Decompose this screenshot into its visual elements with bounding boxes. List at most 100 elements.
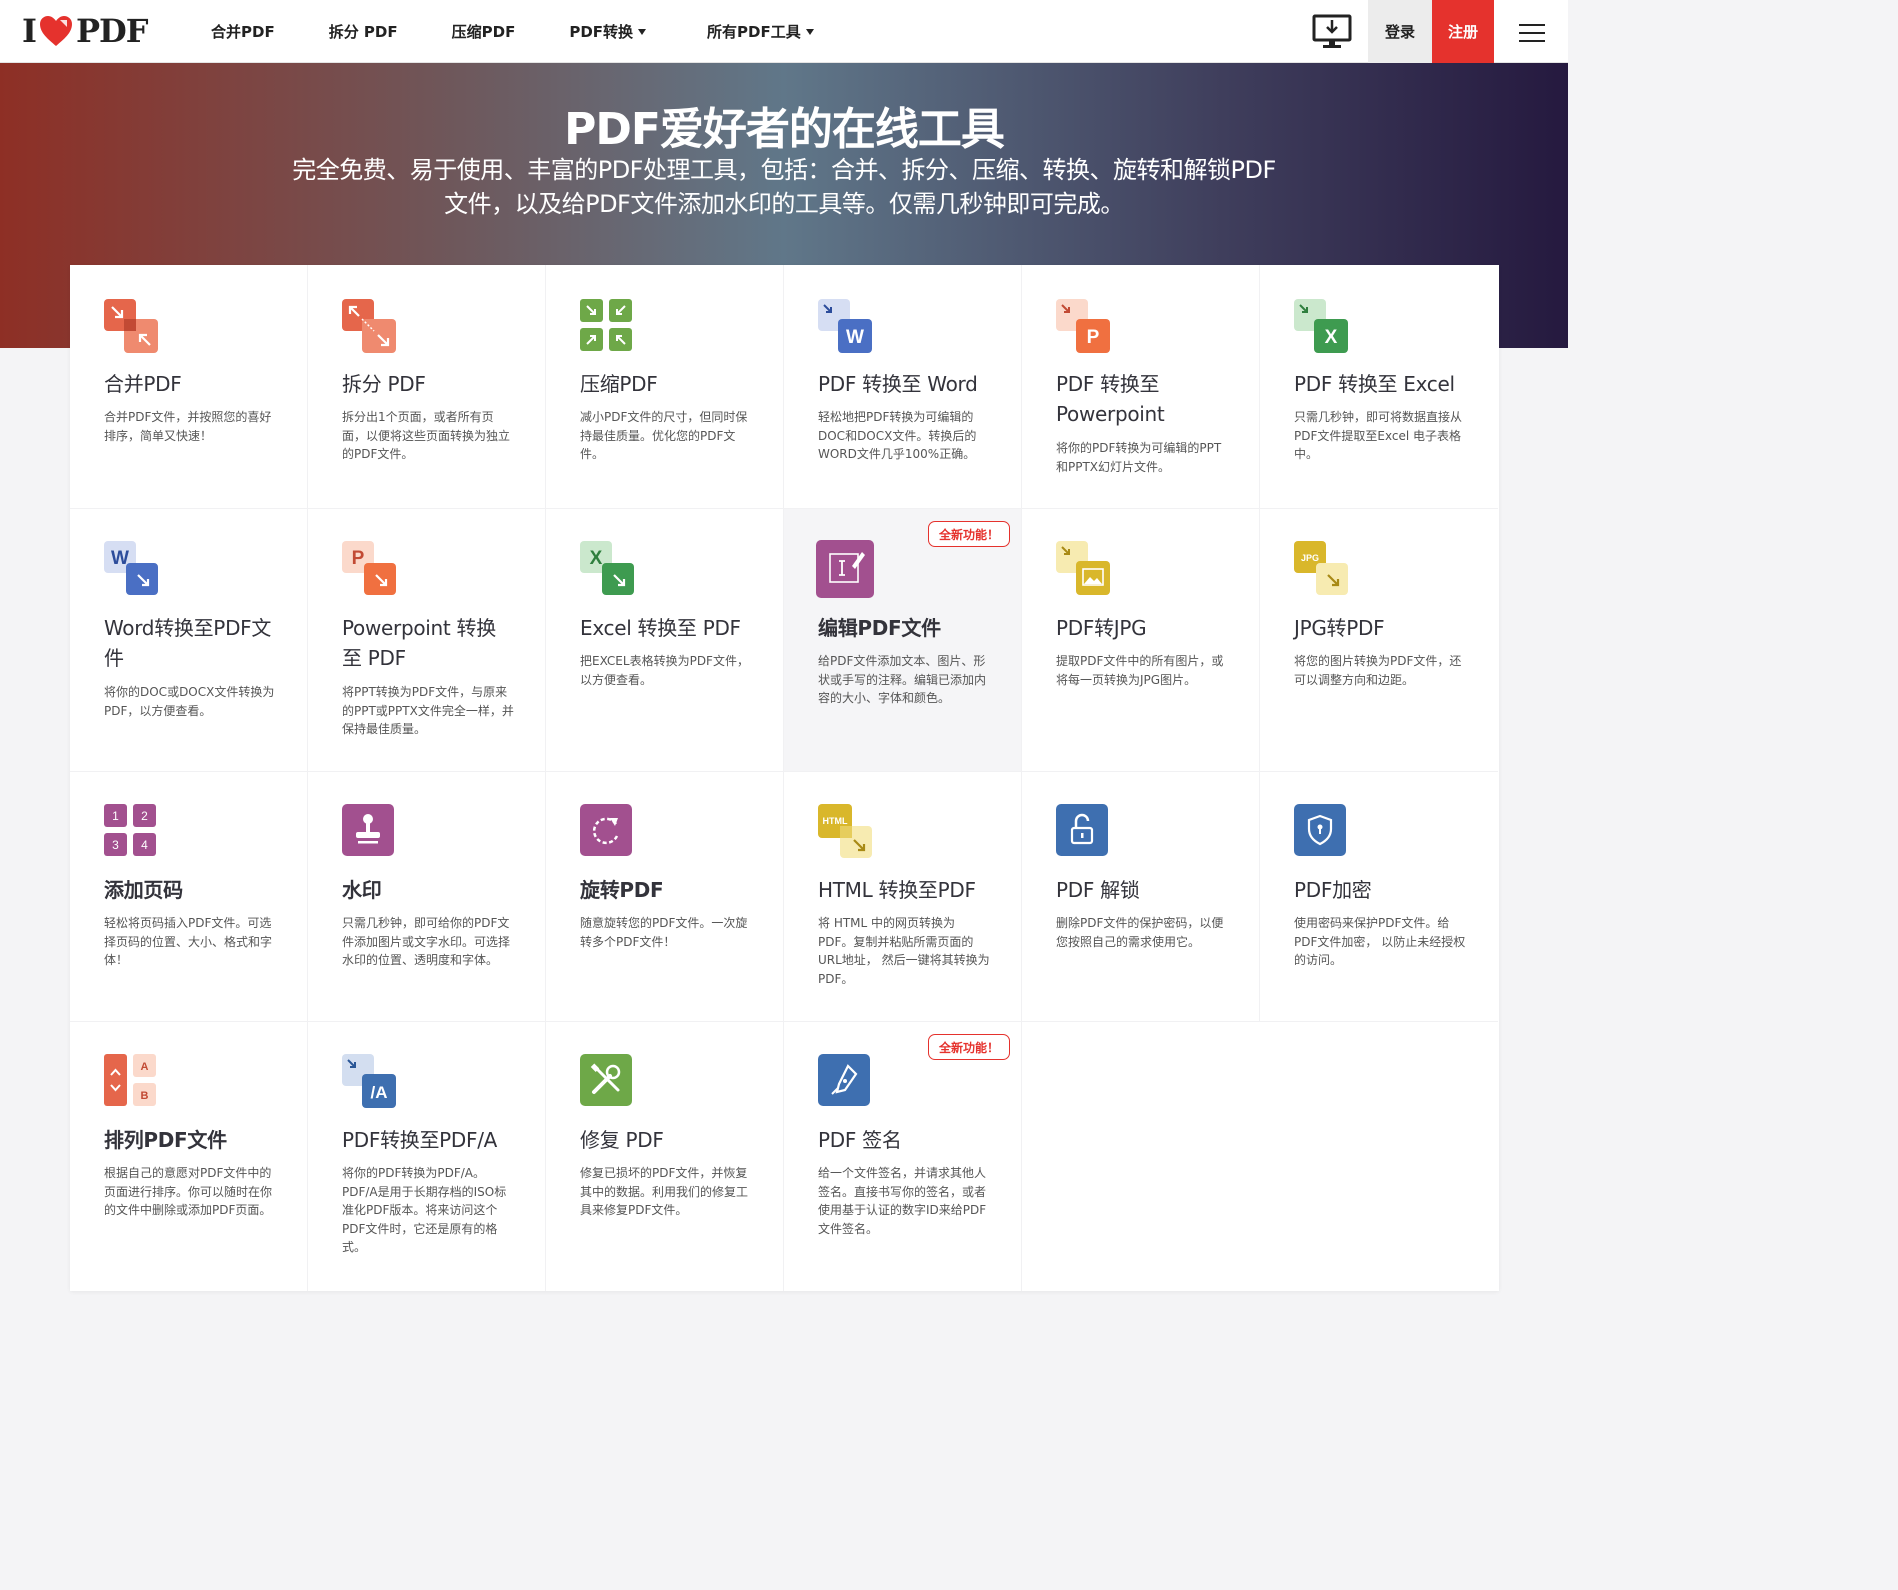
tool-card-split-pdf[interactable]: 拆分 PDF 拆分出1个页面，或者所有页面，以便将这些页面转换为独立的PDF文件…	[308, 265, 546, 509]
tool-title: PDF 签名	[818, 1128, 902, 1152]
tool-description: 轻松地把PDF转换为可编辑的DOC和DOCX文件。转换后的WORD文件几乎100…	[818, 410, 977, 461]
tool-description: 删除PDF文件的保护密码，以便您按照自己的需求使用它。	[1056, 916, 1224, 949]
tool-title: HTML 转换至PDF	[818, 878, 976, 902]
tool-title: 修复 PDF	[580, 1128, 664, 1152]
excel-to-pdf-icon: X	[580, 541, 634, 595]
logo-text-left: I	[22, 12, 37, 50]
tool-title: Excel 转换至 PDF	[580, 616, 741, 640]
tool-card-sign-pdf[interactable]: 全新功能！ PDF 签名 给一个文件签名，并请求其他人签名。直接书写你的签名，或…	[784, 1022, 1022, 1291]
svg-text:4: 4	[141, 838, 148, 852]
tool-description: 减小PDF文件的尺寸，但同时保持最佳质量。优化您的PDF文件。	[580, 410, 748, 461]
compress-icon	[580, 299, 632, 351]
tool-card-pdf-to-word[interactable]: W PDF 转换至 Word 轻松地把PDF转换为可编辑的DOC和DOCX文件。…	[784, 265, 1022, 509]
svg-text:2: 2	[141, 809, 148, 823]
tool-description: 给一个文件签名，并请求其他人签名。直接书写你的签名，或者使用基于认证的数字ID来…	[818, 1166, 987, 1236]
svg-text:P: P	[352, 548, 365, 569]
tool-description: 将您的图片转换为PDF文件，还可以调整方向和边距。	[1294, 654, 1462, 687]
word-to-pdf-icon: W	[104, 541, 158, 595]
tool-card-protect-pdf[interactable]: PDF加密 使用密码来保护PDF文件。给PDF文件加密， 以防止未经授权的访问。	[1260, 772, 1498, 1022]
svg-text:X: X	[1325, 327, 1338, 348]
tool-card-unlock-pdf[interactable]: PDF 解锁 删除PDF文件的保护密码，以便您按照自己的需求使用它。	[1022, 772, 1260, 1022]
tool-title: Word转换至PDF文件	[104, 616, 272, 670]
tool-title: 编辑PDF文件	[818, 616, 941, 640]
tool-card-excel-to-pdf[interactable]: X Excel 转换至 PDF 把EXCEL表格转换为PDF文件，以方便查看。	[546, 509, 784, 772]
hero-subtitle: 完全免费、易于使用、丰富的PDF处理工具，包括：合并、拆分、压缩、转换、旋转和解…	[292, 156, 1276, 218]
tool-title: PDF转换至PDF/A	[342, 1128, 498, 1152]
nav-merge-pdf[interactable]: 合并PDF	[211, 21, 275, 42]
watermark-icon	[342, 804, 394, 856]
rotate-icon	[580, 804, 632, 856]
svg-text:3: 3	[112, 838, 119, 852]
svg-text:W: W	[846, 327, 864, 348]
html-to-pdf-icon: HTML	[818, 804, 872, 858]
svg-text:JPG: JPG	[1301, 553, 1319, 563]
new-feature-badge: 全新功能！	[928, 1034, 1010, 1060]
desktop-download-icon[interactable]	[1310, 12, 1354, 52]
tool-card-html-to-pdf[interactable]: HTML HTML 转换至PDF 将 HTML 中的网页转换为PDF。复制并粘贴…	[784, 772, 1022, 1022]
tool-title: 压缩PDF	[580, 372, 658, 396]
new-feature-badge: 全新功能！	[928, 521, 1010, 547]
tool-description: 提取PDF文件中的所有图片，或将每一页转换为JPG图片。	[1056, 654, 1224, 687]
tool-description: 合并PDF文件，并按照您的喜好排序，简单又快速！	[104, 410, 272, 443]
nav-convert-pdf-dropdown[interactable]: PDF转换	[569, 21, 647, 42]
nav-all-tools-dropdown[interactable]: 所有PDF工具	[707, 21, 814, 42]
main-nav: 合并PDF 拆分 PDF 压缩PDF PDF转换 所有PDF工具	[196, 0, 814, 63]
login-button[interactable]: 登录	[1368, 0, 1432, 63]
tool-title: PDF 解锁	[1056, 878, 1140, 902]
tool-card-repair-pdf[interactable]: 修复 PDF 修复已损坏的PDF文件，并恢复其中的数据。利用我们的修复工具来修复…	[546, 1022, 784, 1291]
ilovepdf-logo[interactable]: I PDF	[22, 12, 149, 50]
jpg-to-pdf-icon: JPG	[1294, 541, 1348, 595]
tool-card-word-to-pdf[interactable]: W Word转换至PDF文件 将你的DOC或DOCX文件转换为PDF，以方便查看…	[70, 509, 308, 772]
tool-title: PDF 转换至 Word	[818, 372, 978, 396]
tool-title: JPG转PDF	[1294, 616, 1385, 640]
hamburger-menu-icon[interactable]	[1512, 18, 1552, 46]
pdf-to-word-icon: W	[818, 299, 872, 353]
svg-text:B: B	[141, 1090, 149, 1102]
tool-card-compress-pdf[interactable]: 压缩PDF 减小PDF文件的尺寸，但同时保持最佳质量。优化您的PDF文件。	[546, 265, 784, 509]
tool-card-pdf-to-excel[interactable]: X PDF 转换至 Excel 只需几秒钟，即可将数据直接从PDF文件提取至Ex…	[1260, 265, 1498, 509]
nav-compress-pdf[interactable]: 压缩PDF	[452, 21, 516, 42]
tool-card-watermark[interactable]: 水印 只需几秒钟，即可给你的PDF文件添加图片或文字水印。可选择水印的位置、透明…	[308, 772, 546, 1022]
tool-card-pdf-to-pdfa[interactable]: /A PDF转换至PDF/A 将你的PDF转换为PDF/A。PDF/A是用于长期…	[308, 1022, 546, 1291]
tool-title: PDF转JPG	[1056, 616, 1147, 640]
tool-card-organize-pdf[interactable]: A B 排列PDF文件 根据自己的意愿对PDF文件中的页面进行排序。你可以随时在…	[70, 1022, 308, 1291]
top-navbar: I PDF 合并PDF 拆分 PDF 压缩PDF PDF转换 所有PDF工具 登…	[0, 0, 1568, 63]
hero-title: PDF爱好者的在线工具	[564, 104, 1005, 155]
logo-text-right: PDF	[75, 12, 149, 50]
svg-text:HTML: HTML	[823, 816, 848, 826]
unlock-icon	[1056, 804, 1108, 856]
tool-description: 只需几秒钟，即可给你的PDF文件添加图片或文字水印。可选择水印的位置、透明度和字…	[342, 916, 511, 967]
svg-text:P: P	[1087, 327, 1100, 348]
tool-card-merge-pdf[interactable]: 合并PDF 合并PDF文件，并按照您的喜好排序，简单又快速！	[70, 265, 308, 509]
tool-title: 旋转PDF	[580, 878, 664, 902]
nav-split-pdf[interactable]: 拆分 PDF	[329, 21, 398, 42]
tool-title: PDF 转换至 Powerpoint	[1056, 372, 1165, 426]
tool-description: 修复已损坏的PDF文件，并恢复其中的数据。利用我们的修复工具来修复PDF文件。	[580, 1166, 749, 1217]
tool-description: 把EXCEL表格转换为PDF文件，以方便查看。	[580, 654, 749, 687]
tool-description: 轻松将页码插入PDF文件。可选择页码的位置、大小、格式和字体！	[104, 916, 273, 967]
tool-description: 将 HTML 中的网页转换为PDF。复制并粘贴所需页面的URL地址， 然后一键将…	[818, 916, 990, 986]
pdf-to-ppt-icon: P	[1056, 299, 1110, 353]
svg-text:X: X	[590, 548, 603, 569]
tool-description: 将你的DOC或DOCX文件转换为PDF，以方便查看。	[104, 685, 275, 718]
tool-title: 拆分 PDF	[342, 372, 426, 396]
tool-card-edit-pdf[interactable]: 全新功能！ 编辑PDF文件 给PDF文件添加文本、图片、形状或手写的注释。编辑已…	[784, 509, 1022, 772]
svg-text:A: A	[141, 1061, 149, 1073]
nav-label: 拆分 PDF	[328, 23, 398, 41]
tool-description: 将PPT转换为PDF文件，与原来的PPT或PPTX文件完全一样，并保持最佳质量。	[342, 685, 514, 736]
tool-card-pdf-to-jpg[interactable]: PDF转JPG 提取PDF文件中的所有图片，或将每一页转换为JPG图片。	[1022, 509, 1260, 772]
tool-card-page-numbers[interactable]: 1 2 3 4 添加页码 轻松将页码插入PDF文件。可选择页码的位置、大小、格式…	[70, 772, 308, 1022]
tool-card-ppt-to-pdf[interactable]: P Powerpoint 转换至 PDF 将PPT转换为PDF文件，与原来的PP…	[308, 509, 546, 772]
pdf-to-excel-icon: X	[1294, 299, 1348, 353]
tool-description: 拆分出1个页面，或者所有页面，以便将这些页面转换为独立的PDF文件。	[342, 410, 511, 461]
caret-down-icon	[638, 28, 647, 35]
tool-description: 给PDF文件添加文本、图片、形状或手写的注释。编辑已添加内容的大小、字体和颜色。	[818, 654, 987, 705]
tool-description: 随意旋转您的PDF文件。一次旋转多个PDF文件！	[580, 916, 748, 949]
tool-card-rotate-pdf[interactable]: 旋转PDF 随意旋转您的PDF文件。一次旋转多个PDF文件！	[546, 772, 784, 1022]
signup-button[interactable]: 注册	[1432, 0, 1494, 63]
tool-card-pdf-to-ppt[interactable]: P PDF 转换至 Powerpoint 将你的PDF转换为可编辑的PPT和PP…	[1022, 265, 1260, 509]
merge-icon	[104, 299, 158, 353]
repair-icon	[580, 1054, 632, 1106]
tool-title: PDF加密	[1294, 878, 1372, 902]
tool-card-jpg-to-pdf[interactable]: JPG JPG转PDF 将您的图片转换为PDF文件，还可以调整方向和边距。	[1260, 509, 1498, 772]
